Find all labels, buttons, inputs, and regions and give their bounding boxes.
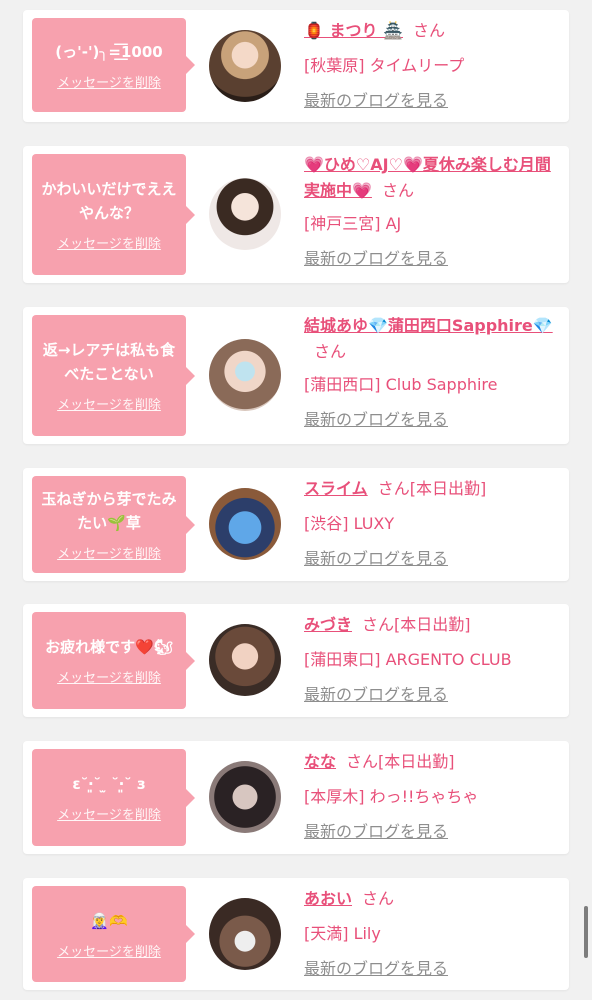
san-suffix: さん (377, 479, 410, 498)
message-text: かわいいだけでええやんな？ (41, 180, 177, 222)
message-card: お疲れ様です❤️🐿 メッセージを削除 みづき さん[本日出勤] [蒲田東口] AR… (23, 604, 569, 717)
avatar[interactable] (209, 898, 281, 970)
scrollbar[interactable] (584, 906, 588, 958)
shop-label: [神戸三宮] AJ (304, 214, 402, 233)
shop-label: [蒲田西口] Club Sapphire (304, 375, 498, 394)
latest-blog-link[interactable]: 最新のブログを見る (304, 409, 566, 431)
cast-name-link[interactable]: なな (304, 752, 336, 771)
avatar[interactable] (209, 624, 281, 696)
shop-label: [天満] Lily (304, 924, 381, 943)
message-text: 🧝‍♀️🫶 (90, 911, 128, 930)
message-text: 玉ねぎから芽でたみたい🌱草 (41, 490, 177, 532)
cast-name-link[interactable]: 結城あゆ💎蒲田西口Sapphire💎 (304, 316, 553, 335)
latest-blog-link[interactable]: 最新のブログを見る (304, 548, 566, 570)
today-working-tag: [本日出勤] (378, 752, 455, 771)
message-bubble: お疲れ様です❤️🐿 メッセージを削除 (32, 612, 195, 709)
delete-message-link[interactable]: メッセージを削除 (57, 804, 161, 823)
avatar[interactable] (209, 339, 281, 411)
message-card: 返→レアチは私も食べたことない メッセージを削除 結城あゆ💎蒲田西口Sapphi… (23, 307, 569, 444)
delete-message-link[interactable]: メッセージを削除 (57, 394, 161, 413)
delete-message-link[interactable]: メッセージを削除 (57, 233, 161, 252)
latest-blog-link[interactable]: 最新のブログを見る (304, 90, 566, 112)
san-suffix: さん (413, 21, 446, 40)
shop-label: [秋葉原] タイムリープ (304, 56, 465, 75)
san-suffix: さん (314, 342, 347, 361)
latest-blog-link[interactable]: 最新のブログを見る (304, 821, 566, 843)
message-text: 返→レアチは私も食べたことない (42, 341, 176, 383)
delete-message-link[interactable]: メッセージを削除 (57, 543, 161, 562)
message-card: ε˘‧͈˘ ̫ ˘‧͈˘ з メッセージを削除 なな さん[本日出勤] [本厚木]… (23, 741, 569, 854)
latest-blog-link[interactable]: 最新のブログを見る (304, 958, 566, 980)
today-working-tag: [本日出勤] (394, 615, 471, 634)
delete-message-link[interactable]: メッセージを削除 (57, 667, 161, 686)
message-card: 🧝‍♀️🫶 メッセージを削除 あおい さん [天満] Lily 最新のブログを見る (23, 878, 569, 990)
avatar[interactable] (209, 488, 281, 560)
cast-name-link[interactable]: 🏮 まつり 🏯 (304, 21, 403, 40)
latest-blog-link[interactable]: 最新のブログを見る (304, 684, 566, 706)
message-card: (っ'-')╮=͟͟͞͞1000 メッセージを削除 🏮 まつり 🏯 さん [秋葉原… (23, 10, 569, 122)
cast-name-link[interactable]: 💗ひめ♡AJ♡💗夏休み楽しむ月間実施中💗 (304, 155, 551, 200)
avatar[interactable] (209, 30, 281, 102)
delete-message-link[interactable]: メッセージを削除 (57, 941, 161, 960)
message-text: お疲れ様です❤️🐿 (45, 638, 173, 656)
message-text: (っ'-')╮=͟͟͞͞1000 (55, 42, 163, 61)
cast-name-link[interactable]: あおい (304, 889, 352, 908)
message-bubble: 返→レアチは私も食べたことない メッセージを削除 (32, 315, 195, 436)
message-bubble: ε˘‧͈˘ ̫ ˘‧͈˘ з メッセージを削除 (32, 749, 195, 846)
message-card: 玉ねぎから芽でたみたい🌱草 メッセージを削除 スライム さん[本日出勤] [渋谷]… (23, 468, 569, 581)
san-suffix: さん (362, 615, 395, 634)
message-bubble: 玉ねぎから芽でたみたい🌱草 メッセージを削除 (32, 476, 195, 573)
message-bubble: 🧝‍♀️🫶 メッセージを削除 (32, 886, 195, 982)
san-suffix: さん (362, 889, 395, 908)
message-bubble: かわいいだけでええやんな？ メッセージを削除 (32, 154, 195, 275)
latest-blog-link[interactable]: 最新のブログを見る (304, 248, 566, 270)
cast-name-link[interactable]: スライム (304, 479, 368, 498)
message-text: ε˘‧͈˘ ̫ ˘‧͈˘ з (72, 775, 146, 793)
today-working-tag: [本日出勤] (409, 479, 487, 498)
san-suffix: さん (381, 181, 414, 200)
shop-label: [蒲田東口] ARGENTO CLUB (304, 650, 512, 669)
san-suffix: さん (346, 752, 379, 771)
shop-label: [本厚木] わっ!!ちゃちゃ (304, 787, 479, 806)
shop-label: [渋谷] LUXY (304, 514, 395, 533)
cast-name-link[interactable]: みづき (304, 615, 352, 634)
delete-message-link[interactable]: メッセージを削除 (57, 72, 161, 91)
avatar[interactable] (209, 178, 281, 250)
message-card: かわいいだけでええやんな？ メッセージを削除 💗ひめ♡AJ♡💗夏休み楽しむ月間実… (23, 146, 569, 283)
message-bubble: (っ'-')╮=͟͟͞͞1000 メッセージを削除 (32, 18, 195, 112)
avatar[interactable] (209, 761, 281, 833)
